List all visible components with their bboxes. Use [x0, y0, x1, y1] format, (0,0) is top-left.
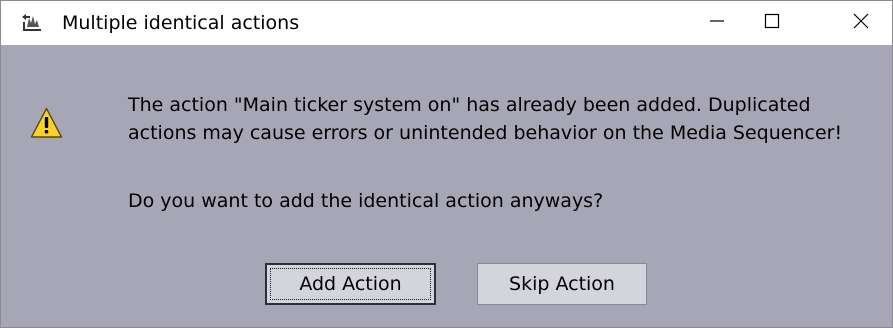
dialog-content: The action "Main ticker system on" has a… — [1, 45, 892, 327]
window-title: Multiple identical actions — [62, 12, 300, 34]
add-action-button[interactable]: Add Action — [265, 263, 436, 305]
dialog-question: Do you want to add the identical action … — [128, 190, 604, 212]
skip-action-button[interactable]: Skip Action — [477, 263, 647, 305]
close-button[interactable] — [831, 1, 891, 45]
skip-action-label: Skip Action — [509, 273, 615, 295]
maximize-icon — [764, 13, 780, 33]
warning-icon — [30, 107, 63, 139]
maximize-button[interactable] — [742, 1, 802, 45]
focus-rectangle — [270, 268, 431, 300]
close-icon — [853, 13, 869, 33]
message-line-2: actions may cause errors or unintended b… — [128, 122, 843, 144]
message-line-1: The action "Main ticker system on" has a… — [128, 94, 811, 116]
dialog-window: Multiple identical actions The action "M… — [0, 0, 893, 328]
app-icon — [20, 12, 44, 34]
minimize-button[interactable] — [687, 1, 747, 45]
minimize-icon — [709, 13, 725, 33]
dialog-message: The action "Main ticker system on" has a… — [128, 91, 842, 147]
title-bar[interactable]: Multiple identical actions — [1, 1, 892, 45]
